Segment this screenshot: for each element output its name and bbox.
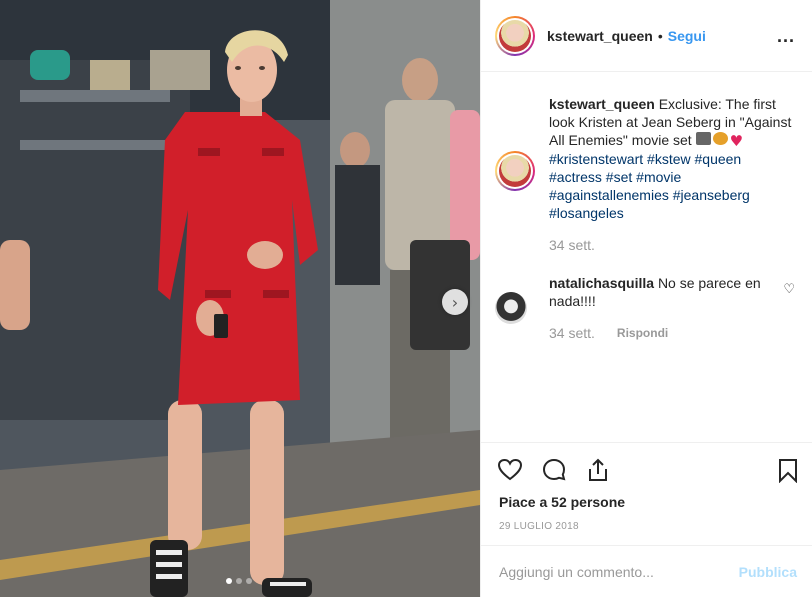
comment-like-heart-icon[interactable]: ♡ — [783, 282, 795, 297]
post-side-panel: kstewart_queen • Segui ... kstewart_quee… — [480, 0, 812, 597]
chevron-right-icon: › — [451, 292, 459, 312]
bookmark-icon[interactable] — [775, 457, 801, 483]
comment-meta: 34 sett. Rispondi — [549, 325, 668, 341]
comment-input[interactable] — [499, 563, 739, 580]
header-separator: • — [657, 27, 663, 44]
caption-body: kstewart_queen Exclusive: The first look… — [549, 95, 805, 222]
post-photo: › — [0, 0, 480, 597]
carousel-indicator — [226, 578, 252, 584]
caption-emoji: ♥ — [695, 132, 744, 151]
instagram-post-modal: › kstewart_queen • Segui ... kstewart_qu… — [0, 0, 812, 597]
share-icon[interactable] — [585, 457, 611, 483]
author-avatar[interactable] — [495, 15, 535, 56]
post-actions — [481, 442, 812, 498]
comment-body: natalichasquilla No se parece en nada!!!… — [549, 274, 769, 324]
reply-button[interactable]: Rispondi — [617, 326, 668, 340]
likes-count[interactable]: Piace a 52 persone — [499, 494, 625, 510]
caption-hashtags[interactable]: #actress #set #movie — [549, 168, 805, 186]
post-caption: kstewart_queen Exclusive: The first look… — [495, 95, 805, 222]
commenter-username[interactable]: natalichasquilla — [549, 275, 654, 291]
dancer-emoji-icon — [712, 132, 728, 146]
post-header: kstewart_queen • Segui ... — [481, 0, 812, 72]
caption-hashtags[interactable]: #againstallenemies #jeanseberg — [549, 186, 805, 204]
comment-time[interactable]: 34 sett. — [549, 325, 595, 341]
comment-icon[interactable] — [541, 457, 567, 483]
heart-emoji-icon: ♥ — [729, 132, 744, 151]
follow-button[interactable]: Segui — [668, 28, 706, 44]
carousel-dot — [246, 578, 252, 584]
heart-icon[interactable] — [497, 457, 523, 483]
more-options-icon[interactable]: ... — [777, 26, 795, 47]
caption-hashtags[interactable]: #kristenstewart #kstew #queen — [549, 150, 805, 168]
next-photo-button[interactable]: › — [442, 289, 468, 315]
camera-emoji-icon — [695, 132, 711, 146]
publish-button[interactable]: Pubblica — [739, 564, 797, 580]
caption-username[interactable]: kstewart_queen — [549, 96, 655, 112]
carousel-dot — [236, 578, 242, 584]
caption-avatar[interactable] — [495, 151, 535, 191]
commenter-avatar[interactable] — [495, 292, 527, 324]
photo-illustration — [0, 0, 480, 597]
post-date: 29 LUGLIO 2018 — [499, 521, 579, 532]
comment-item: natalichasquilla No se parece en nada!!!… — [495, 274, 805, 324]
carousel-dot — [226, 578, 232, 584]
caption-hashtags[interactable]: #losangeles — [549, 204, 805, 222]
author-username[interactable]: kstewart_queen — [547, 28, 653, 44]
add-comment-section: Pubblica — [481, 545, 812, 597]
caption-time[interactable]: 34 sett. — [549, 237, 595, 253]
